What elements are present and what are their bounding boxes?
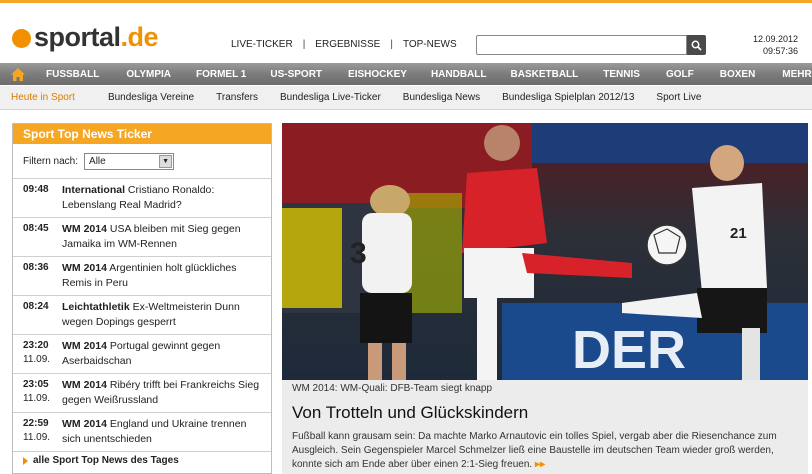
nav-basketball[interactable]: BASKETBALL bbox=[511, 69, 579, 80]
ticker-category: WM 2014 bbox=[62, 379, 107, 391]
nav-formel-1[interactable]: FORMEL 1 bbox=[196, 69, 246, 80]
logo-name: sportal bbox=[34, 22, 121, 52]
ticker-filter: Filtern nach: Alle ▼ bbox=[13, 144, 271, 178]
nav-us-sport[interactable]: US-SPORT bbox=[270, 69, 322, 80]
logo-tld: .de bbox=[120, 22, 159, 52]
home-button[interactable] bbox=[0, 63, 36, 85]
ticker-time: 23:05 bbox=[23, 379, 49, 390]
ticker-category: International bbox=[62, 184, 126, 196]
chevron-down-icon: ▼ bbox=[159, 154, 173, 168]
ticker-category: Leichtathletik bbox=[62, 301, 130, 313]
ticker-row[interactable]: 22:59 11.09. WM 2014 England und Ukraine … bbox=[13, 412, 271, 451]
main-nav: FUSSBALL OLYMPIA FORMEL 1 US-SPORT EISHO… bbox=[0, 63, 812, 85]
toplink-ergebnisse[interactable]: ERGEBNISSE bbox=[315, 39, 380, 50]
nav-fussball[interactable]: FUSSBALL bbox=[46, 69, 99, 80]
ticker-date: 11.09. bbox=[23, 393, 51, 404]
toplink-live-ticker[interactable]: LIVE-TICKER bbox=[231, 39, 293, 50]
datetime: 12.09.2012 09:57:36 bbox=[753, 33, 798, 57]
search-button[interactable] bbox=[687, 35, 706, 55]
article-kicker: WM 2014: WM-Quali: DFB-Team siegt knapp bbox=[292, 383, 493, 394]
subnav-bundesliga-vereine[interactable]: Bundesliga Vereine bbox=[108, 92, 194, 103]
top-links: LIVE-TICKER | ERGEBNISSE | TOP-NEWS bbox=[231, 39, 457, 50]
ticker-row[interactable]: 08:24 Leichtathletik Ex-Weltmeisterin Du… bbox=[13, 295, 271, 334]
article-teaser: Fußball kann grausam sein: Da machte Mar… bbox=[292, 430, 798, 472]
banner-text: DER bbox=[572, 320, 686, 380]
subnav-transfers[interactable]: Transfers bbox=[216, 92, 258, 103]
ticker-category: WM 2014 bbox=[62, 262, 107, 274]
current-date: 12.09.2012 bbox=[752, 34, 798, 44]
toplink-top-news[interactable]: TOP-NEWS bbox=[403, 39, 457, 50]
ticker-row[interactable]: 23:05 11.09. WM 2014 Ribéry trifft bei Fr… bbox=[13, 373, 271, 412]
ticker-time: 23:20 bbox=[23, 340, 49, 351]
nav-boxen[interactable]: BOXEN bbox=[720, 69, 756, 80]
ticker-time: 22:59 bbox=[23, 418, 49, 429]
sportal-logo[interactable]: sportal.de bbox=[12, 22, 159, 52]
filter-select[interactable]: Alle ▼ bbox=[84, 152, 175, 170]
ticker-date: 11.09. bbox=[23, 354, 51, 365]
ticker-row[interactable]: 08:45 WM 2014 USA bleiben mit Sieg gegen… bbox=[13, 217, 271, 256]
nav-eishockey[interactable]: EISHOCKEY bbox=[348, 69, 407, 80]
match-photo: DER 3 21 bbox=[282, 123, 808, 380]
lead-article: WM 2014: WM-Quali: DFB-Team siegt knapp … bbox=[282, 380, 808, 474]
separator: | bbox=[390, 39, 393, 50]
all-news-label: alle Sport Top News des Tages bbox=[33, 455, 179, 466]
nav-handball[interactable]: HANDBALL bbox=[431, 69, 487, 80]
search-icon bbox=[691, 40, 702, 51]
current-time: 09:57:36 bbox=[762, 46, 798, 56]
ticker-category: WM 2014 bbox=[62, 340, 107, 352]
search-box bbox=[476, 35, 706, 55]
news-ticker: Sport Top News Ticker Filtern nach: Alle… bbox=[12, 123, 272, 474]
nav-mehr[interactable]: MEHR bbox=[782, 69, 811, 80]
nav-tennis[interactable]: TENNIS bbox=[603, 69, 640, 80]
subnav-bundesliga-spielplan[interactable]: Bundesliga Spielplan 2012/13 bbox=[502, 92, 634, 103]
read-more-icon[interactable]: ▸▸ bbox=[535, 459, 545, 470]
ticker-date: 11.09. bbox=[23, 432, 51, 443]
separator: | bbox=[302, 39, 306, 50]
ticker-row[interactable]: 09:48 International Cristiano Ronaldo: L… bbox=[13, 178, 271, 217]
logo-dot-icon bbox=[12, 29, 31, 48]
nav-golf[interactable]: GOLF bbox=[666, 69, 694, 80]
house-icon bbox=[11, 67, 25, 81]
ticker-time: 09:48 bbox=[23, 184, 49, 195]
ticker-time: 08:45 bbox=[23, 223, 49, 234]
ticker-time: 08:36 bbox=[23, 262, 49, 273]
arrow-right-icon bbox=[23, 456, 28, 465]
subnav-heute-in-sport[interactable]: Heute in Sport bbox=[11, 92, 75, 103]
article-headline[interactable]: Von Trotteln und Glückskindern bbox=[292, 403, 798, 427]
sub-nav: Heute in Sport Bundesliga Vereine Transf… bbox=[0, 86, 812, 110]
search-input[interactable] bbox=[476, 35, 687, 55]
all-news-link[interactable]: alle Sport Top News des Tages bbox=[13, 451, 271, 469]
filter-value: Alle bbox=[89, 155, 106, 167]
jersey-number-left: 3 bbox=[350, 237, 367, 270]
ticker-category: WM 2014 bbox=[62, 223, 107, 235]
header: sportal.de LIVE-TICKER | ERGEBNISSE | TO… bbox=[0, 3, 812, 61]
filter-label: Filtern nach: bbox=[23, 155, 79, 167]
ticker-time: 08:24 bbox=[23, 301, 49, 312]
hero-photo[interactable]: DER 3 21 bbox=[282, 123, 808, 380]
subnav-sport-live[interactable]: Sport Live bbox=[656, 92, 701, 103]
subnav-bundesliga-live-ticker[interactable]: Bundesliga Live-Ticker bbox=[280, 92, 381, 103]
ticker-row[interactable]: 08:36 WM 2014 Argentinien holt glücklich… bbox=[13, 256, 271, 295]
nav-olympia[interactable]: OLYMPIA bbox=[126, 69, 171, 80]
ticker-category: WM 2014 bbox=[62, 418, 107, 430]
ticker-row[interactable]: 23:20 11.09. WM 2014 Portugal gewinnt geg… bbox=[13, 334, 271, 373]
jersey-number-right: 21 bbox=[730, 225, 747, 242]
subnav-bundesliga-news[interactable]: Bundesliga News bbox=[403, 92, 480, 103]
ticker-title: Sport Top News Ticker bbox=[13, 124, 271, 144]
